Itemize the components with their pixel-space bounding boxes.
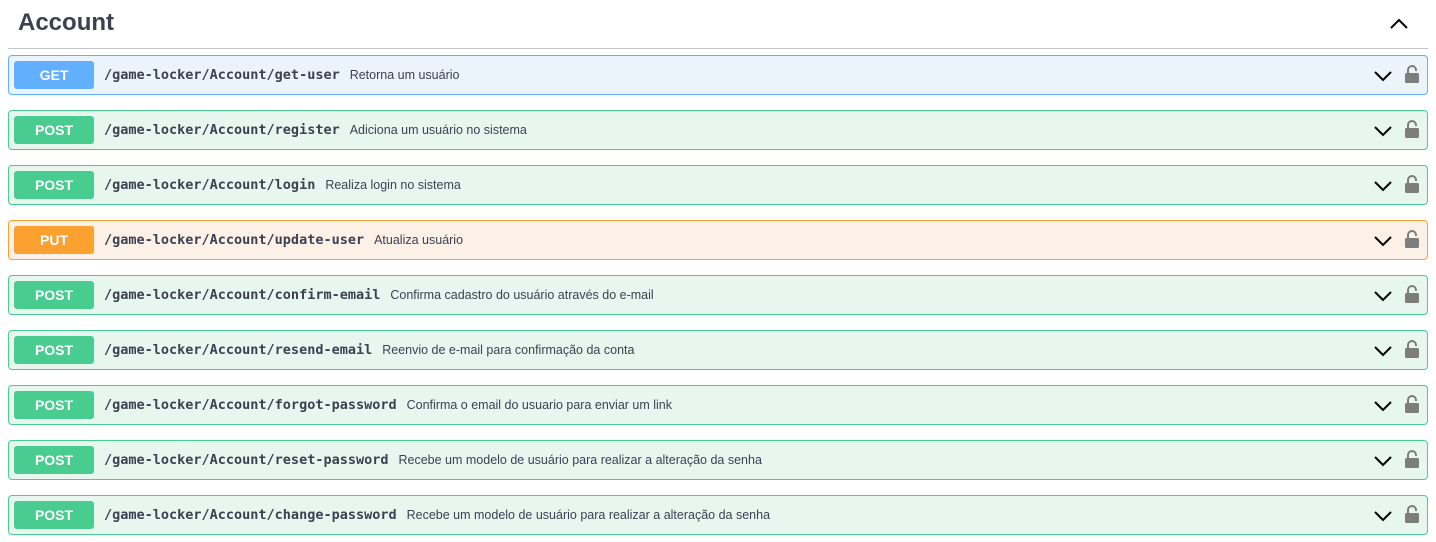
operation-summary: Reenvio de e-mail para confirmação da co…	[382, 343, 635, 357]
method-badge: POST	[14, 116, 94, 144]
lock-icon[interactable]	[1403, 172, 1421, 196]
lock-icon[interactable]	[1403, 117, 1421, 141]
operations-list: GET /game-locker/Account/get-user Retorn…	[8, 55, 1428, 542]
lock-icon[interactable]	[1403, 227, 1421, 251]
operation-summary: Atualiza usuário	[374, 233, 464, 247]
chevron-down-icon[interactable]	[1373, 506, 1393, 526]
operation-path: /game-locker/Account/register	[104, 122, 340, 138]
method-badge: POST	[14, 336, 94, 364]
operation-path: /game-locker/Account/get-user	[104, 67, 340, 83]
operation-login[interactable]: POST /game-locker/Account/login Realiza …	[8, 165, 1428, 205]
chevron-down-icon[interactable]	[1373, 231, 1393, 251]
operation-path: /game-locker/Account/forgot-password	[104, 397, 397, 413]
operation-summary: Confirma cadastro do usuário através do …	[390, 288, 654, 302]
operation-summary: Realiza login no sistema	[325, 178, 461, 192]
operation-path: /game-locker/Account/resend-email	[104, 342, 373, 358]
section-header[interactable]: Account	[8, 0, 1428, 49]
chevron-up-icon[interactable]	[1382, 7, 1416, 41]
operation-forgot-password[interactable]: POST /game-locker/Account/forgot-passwor…	[8, 385, 1428, 425]
operation-summary: Recebe um modelo de usuário para realiza…	[406, 508, 771, 522]
operation-summary: Adiciona um usuário no sistema	[349, 123, 527, 137]
lock-icon[interactable]	[1403, 447, 1421, 471]
chevron-down-icon[interactable]	[1373, 341, 1393, 361]
operation-resend-email[interactable]: POST /game-locker/Account/resend-email R…	[8, 330, 1428, 370]
method-badge: POST	[14, 391, 94, 419]
operation-summary: Confirma o email do usuario para enviar …	[406, 398, 673, 412]
chevron-down-icon[interactable]	[1373, 396, 1393, 416]
operation-confirm-email[interactable]: POST /game-locker/Account/confirm-email …	[8, 275, 1428, 315]
operation-get-user[interactable]: GET /game-locker/Account/get-user Retorn…	[8, 55, 1428, 95]
lock-icon[interactable]	[1403, 337, 1421, 361]
operation-change-password[interactable]: POST /game-locker/Account/change-passwor…	[8, 495, 1428, 535]
lock-icon[interactable]	[1403, 392, 1421, 416]
operation-path: /game-locker/Account/login	[104, 177, 316, 193]
method-badge: POST	[14, 281, 94, 309]
operation-path: /game-locker/Account/reset-password	[104, 452, 389, 468]
method-badge: POST	[14, 171, 94, 199]
method-badge: POST	[14, 501, 94, 529]
operation-path: /game-locker/Account/confirm-email	[104, 287, 381, 303]
chevron-down-icon[interactable]	[1373, 66, 1393, 86]
operation-reset-password[interactable]: POST /game-locker/Account/reset-password…	[8, 440, 1428, 480]
operation-path: /game-locker/Account/update-user	[104, 232, 365, 248]
operation-update-user[interactable]: PUT /game-locker/Account/update-user Atu…	[8, 220, 1428, 260]
chevron-down-icon[interactable]	[1373, 451, 1393, 471]
chevron-down-icon[interactable]	[1373, 176, 1393, 196]
operation-path: /game-locker/Account/change-password	[104, 507, 397, 523]
account-section: Account GET /game-locker/Account/get-use…	[0, 0, 1436, 542]
method-badge: PUT	[14, 226, 94, 254]
operation-summary: Recebe um modelo de usuário para realiza…	[398, 453, 762, 467]
operation-summary: Retorna um usuário	[349, 68, 460, 82]
operation-register[interactable]: POST /game-locker/Account/register Adici…	[8, 110, 1428, 150]
section-title: Account	[18, 9, 114, 36]
chevron-down-icon[interactable]	[1373, 121, 1393, 141]
method-badge: GET	[14, 61, 94, 89]
lock-icon[interactable]	[1403, 502, 1421, 526]
chevron-down-icon[interactable]	[1373, 286, 1393, 306]
lock-icon[interactable]	[1403, 62, 1421, 86]
lock-icon[interactable]	[1403, 282, 1421, 306]
method-badge: POST	[14, 446, 94, 474]
